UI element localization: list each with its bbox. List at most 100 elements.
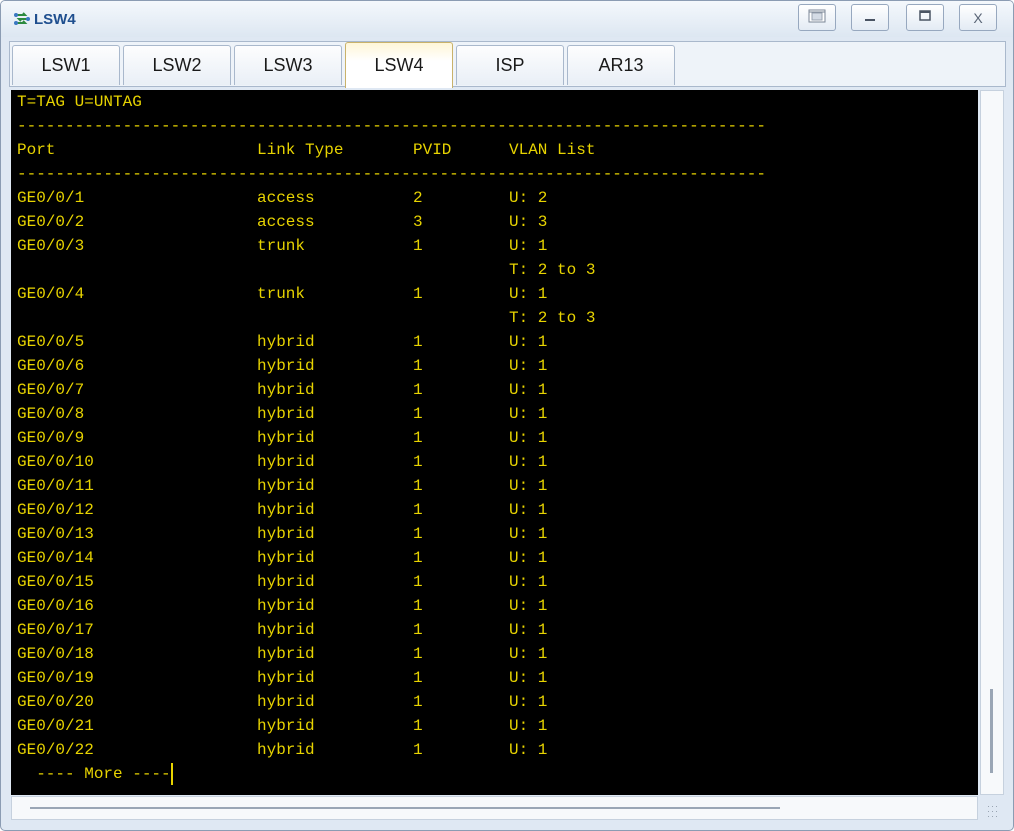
pvid-cell: 1 [413,669,423,687]
pvid-cell: 1 [413,405,423,423]
port-cell: GE0/0/10 [17,453,94,471]
vlan-list-cell: U: 1 [509,693,548,711]
tab-ar13[interactable]: AR13 [567,45,675,85]
port-cell: GE0/0/1 [17,189,85,207]
horizontal-scroll-thumb[interactable] [30,807,780,809]
port-cell: GE0/0/19 [17,669,94,687]
pvid-cell: 1 [413,381,423,399]
tab-lsw4[interactable]: LSW4 [345,42,453,88]
pvid-cell: 1 [413,453,423,471]
table-row: GE0/0/9 hybrid 1 U: 1 [17,426,766,450]
table-row: GE0/0/5 hybrid 1 U: 1 [17,330,766,354]
vlan-list-cell: U: 1 [509,597,548,615]
table-row: GE0/0/2 access 3 U: 3 [17,210,766,234]
vlan-list-cell: U: 1 [509,573,548,591]
link-type-cell: hybrid [257,333,315,351]
table-row: GE0/0/17 hybrid 1 U: 1 [17,618,766,642]
table-row: GE0/0/7 hybrid 1 U: 1 [17,378,766,402]
table-row: GE0/0/15 hybrid 1 U: 1 [17,570,766,594]
vlan-list-cell: U: 1 [509,525,548,543]
vlan-list-cell: U: 1 [509,285,548,303]
table-row: GE0/0/8 hybrid 1 U: 1 [17,402,766,426]
link-type-cell: hybrid [257,405,315,423]
pvid-cell: 1 [413,237,423,255]
restore-icon [808,9,826,26]
more-prompt-text: ---- More ---- [17,765,171,783]
more-prompt: ---- More ---- [17,762,766,786]
table-row: GE0/0/1 access 2 U: 2 [17,186,766,210]
pvid-cell: 1 [413,333,423,351]
tab-isp[interactable]: ISP [456,45,564,85]
pvid-cell: 3 [413,213,423,231]
link-type-cell: hybrid [257,573,315,591]
close-icon: X [973,9,983,26]
link-type-cell: hybrid [257,741,315,759]
table-row: GE0/0/6 hybrid 1 U: 1 [17,354,766,378]
table-row: GE0/0/12 hybrid 1 U: 1 [17,498,766,522]
separator-line: ----------------------------------------… [17,165,766,183]
link-type-cell: hybrid [257,693,315,711]
horizontal-scrollbar[interactable] [11,796,978,820]
port-cell: GE0/0/8 [17,405,85,423]
table-row: GE0/0/13 hybrid 1 U: 1 [17,522,766,546]
header-port: Port [17,141,56,159]
table-row: GE0/0/18 hybrid 1 U: 1 [17,642,766,666]
port-cell: GE0/0/15 [17,573,94,591]
title-bar[interactable]: LSW4 X [1,1,1013,37]
port-cell: GE0/0/18 [17,645,94,663]
table-row: GE0/0/20 hybrid 1 U: 1 [17,690,766,714]
vlan-list-cell: U: 2 [509,189,548,207]
table-row: GE0/0/16 hybrid 1 U: 1 [17,594,766,618]
table-row: T: 2 to 3 [17,258,766,282]
pvid-cell: 1 [413,525,423,543]
maximize-button[interactable] [906,4,944,31]
link-type-cell: hybrid [257,477,315,495]
table-row: GE0/0/21 hybrid 1 U: 1 [17,714,766,738]
pvid-cell: 1 [413,645,423,663]
vlan-list-cell: U: 1 [509,453,548,471]
vlan-list-cell: U: 1 [509,669,548,687]
pvid-cell: 1 [413,741,423,759]
port-cell: GE0/0/5 [17,333,85,351]
vlan-list-cell: U: 1 [509,741,548,759]
link-type-cell: hybrid [257,429,315,447]
vlan-list-cell: T: 2 to 3 [509,261,596,279]
pvid-cell: 1 [413,429,423,447]
tab-lsw2[interactable]: LSW2 [123,45,231,85]
pvid-cell: 1 [413,285,423,303]
close-button[interactable]: X [959,4,997,31]
vlan-list-cell: U: 1 [509,405,548,423]
pvid-cell: 2 [413,189,423,207]
table-row: GE0/0/10 hybrid 1 U: 1 [17,450,766,474]
text-cursor [170,763,173,785]
vlan-list-cell: U: 3 [509,213,548,231]
resize-grip-icon[interactable]: ··· ··· ··· [987,802,1001,821]
terminal-window: LSW4 X LSW1 LSW2 LSW3 LSW4 ISP AR13 T=TA… [0,0,1014,831]
minimize-icon [863,9,877,26]
port-cell: GE0/0/22 [17,741,94,759]
link-type-cell: trunk [257,285,306,303]
terminal-output[interactable]: T=TAG U=UNTAG --------------------------… [11,90,978,795]
vertical-scrollbar[interactable] [980,90,1004,795]
vlan-list-cell: U: 1 [509,237,548,255]
vlan-list-cell: U: 1 [509,549,548,567]
vertical-scroll-thumb[interactable] [990,689,993,773]
vlan-list-cell: U: 1 [509,477,548,495]
vlan-list-cell: U: 1 [509,621,548,639]
restore-window-button[interactable] [798,4,836,31]
table-row: GE0/0/22 hybrid 1 U: 1 [17,738,766,762]
tab-lsw3[interactable]: LSW3 [234,45,342,85]
vlan-list-cell: U: 1 [509,501,548,519]
tab-lsw1[interactable]: LSW1 [12,45,120,85]
pvid-cell: 1 [413,573,423,591]
table-row: GE0/0/3 trunk 1 U: 1 [17,234,766,258]
link-type-cell: hybrid [257,501,315,519]
link-type-cell: hybrid [257,645,315,663]
link-type-cell: hybrid [257,381,315,399]
link-type-cell: hybrid [257,453,315,471]
port-cell: GE0/0/17 [17,621,94,639]
port-cell: GE0/0/2 [17,213,85,231]
minimize-button[interactable] [851,4,889,31]
header-vlan-list: VLAN List [509,141,596,159]
vlan-list-cell: U: 1 [509,429,548,447]
